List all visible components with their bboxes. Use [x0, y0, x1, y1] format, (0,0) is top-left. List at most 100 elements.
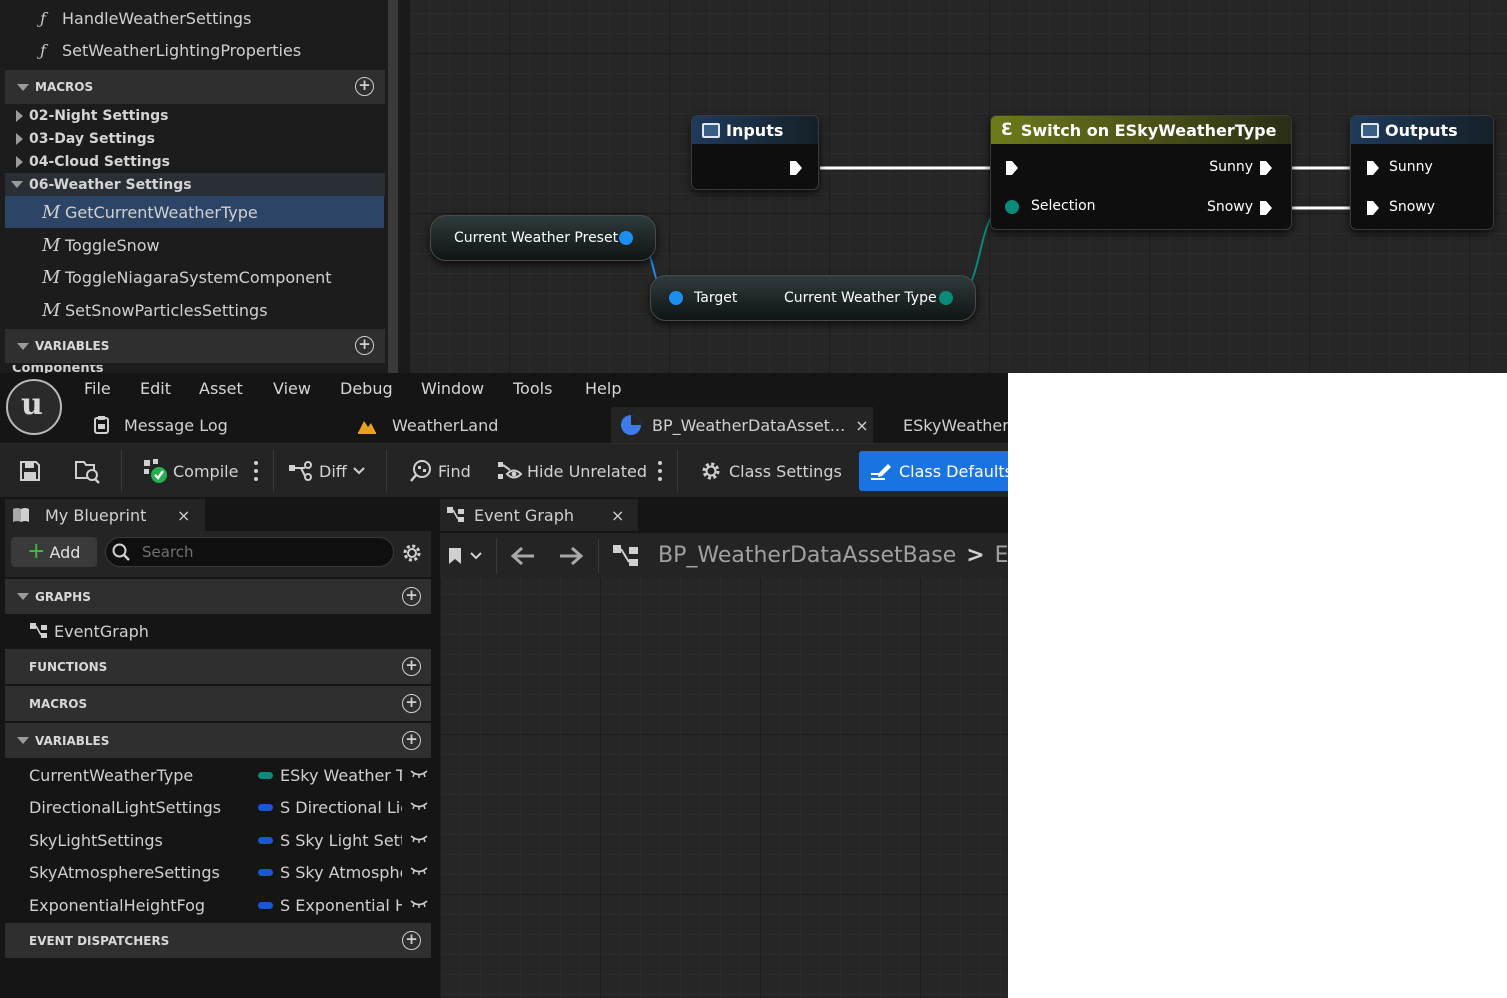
- outputs-node[interactable]: Outputs Sunny Snowy: [1350, 115, 1494, 230]
- exec-in-pin-icon[interactable]: [1366, 200, 1380, 216]
- exec-out-pin-icon[interactable]: [1259, 200, 1273, 216]
- macro-group[interactable]: 03-Day Settings: [5, 127, 385, 150]
- save-button[interactable]: [18, 444, 42, 498]
- add-macro-icon[interactable]: +: [402, 694, 421, 713]
- tab-my-blueprint[interactable]: My Blueprint ×: [5, 499, 205, 531]
- graph-canvas-top[interactable]: Inputs Ɛ Switch on ESkyWeatherType Sunny…: [410, 0, 1507, 373]
- variable-row[interactable]: ExponentialHeightFog S Exponential Heigh…: [5, 889, 431, 921]
- hide-unrelated-button[interactable]: Hide Unrelated: [496, 444, 647, 498]
- scrollbar[interactable]: [388, 0, 398, 373]
- macro-group[interactable]: 02-Night Settings: [5, 104, 385, 127]
- add-macro-icon[interactable]: +: [355, 77, 374, 96]
- chevron-down-icon: [470, 552, 482, 560]
- get-current-weather-type-node[interactable]: Target Current Weather Type: [650, 275, 976, 321]
- graph-label: EventGraph: [54, 621, 149, 641]
- closed-eye-icon[interactable]: [410, 834, 428, 844]
- tab-label: Event Graph: [474, 505, 574, 525]
- tab-label: BP_WeatherDataAsset...: [652, 415, 846, 435]
- add-variable-icon[interactable]: +: [355, 336, 374, 355]
- menu-file[interactable]: File: [84, 379, 111, 398]
- switch-node[interactable]: Ɛ Switch on ESkyWeatherType Sunny Select…: [990, 115, 1292, 230]
- tab-label: Message Log: [124, 415, 228, 435]
- tab-message-log[interactable]: Message Log: [86, 407, 326, 443]
- variable-row[interactable]: DirectionalLightSettings S Directional L…: [5, 791, 431, 823]
- browse-button[interactable]: [74, 444, 102, 498]
- graph-canvas[interactable]: [440, 578, 1008, 998]
- variable-row[interactable]: SkyLightSettings S Sky Light Settings: [5, 824, 431, 856]
- object-in-pin-icon[interactable]: [669, 291, 683, 305]
- menu-debug[interactable]: Debug: [340, 379, 393, 398]
- macros-section-header[interactable]: MACROS +: [5, 686, 431, 721]
- macro-group-expanded[interactable]: 06-Weather Settings: [5, 173, 385, 196]
- variable-row[interactable]: CurrentWeatherType ESky Weather Type: [5, 759, 431, 791]
- tab-bp-weather-data-asset[interactable]: BP_WeatherDataAsset... ×: [611, 407, 873, 443]
- graph-item-eventgraph[interactable]: EventGraph: [5, 614, 431, 648]
- macros-section-header[interactable]: MACROS +: [5, 70, 385, 104]
- add-variable-icon[interactable]: +: [402, 731, 421, 750]
- menu-view[interactable]: View: [273, 379, 311, 398]
- macro-item-selected[interactable]: M GetCurrentWeatherType: [5, 196, 384, 228]
- enum-in-pin-icon[interactable]: [1005, 200, 1019, 214]
- closed-eye-icon[interactable]: [410, 769, 428, 779]
- function-item[interactable]: ƒ HandleWeatherSettings: [40, 3, 251, 33]
- menu-tools[interactable]: Tools: [513, 379, 552, 398]
- weather-preset-variable-node[interactable]: Current Weather Preset: [430, 215, 656, 261]
- forward-arrow-icon[interactable]: [558, 546, 584, 566]
- add-graph-icon[interactable]: +: [402, 587, 421, 606]
- add-button[interactable]: + Add: [11, 537, 97, 567]
- add-function-icon[interactable]: +: [402, 657, 421, 676]
- macro-item[interactable]: M ToggleNiagaraSystemComponent: [5, 261, 384, 293]
- exec-out-pin-icon[interactable]: [1259, 160, 1273, 176]
- menu-edit[interactable]: Edit: [140, 379, 171, 398]
- close-tab-icon[interactable]: ×: [177, 506, 190, 525]
- tab-event-graph[interactable]: Event Graph ×: [440, 499, 638, 531]
- menu-window[interactable]: Window: [421, 379, 484, 398]
- variables-section-header[interactable]: VARIABLES +: [5, 329, 385, 363]
- close-tab-icon[interactable]: ×: [855, 416, 868, 435]
- class-defaults-button[interactable]: Class Defaults: [859, 451, 1008, 491]
- settings-gear-icon[interactable]: [401, 542, 423, 564]
- enum-out-pin-icon[interactable]: [939, 291, 953, 305]
- event-dispatchers-section-header[interactable]: EVENT DISPATCHERS +: [5, 923, 431, 958]
- find-button[interactable]: Find: [408, 444, 471, 498]
- function-item[interactable]: ƒ SetWeatherLightingProperties: [40, 35, 301, 65]
- graphs-section-header[interactable]: GRAPHS +: [5, 579, 431, 614]
- tab-esky-weather-type[interactable]: ESkyWeatherType: [884, 407, 1008, 443]
- menu-bar: File Edit Asset View Debug Window Tools …: [0, 373, 1008, 407]
- variable-row[interactable]: SkyAtmosphereSettings S Sky Atmosphere S…: [5, 856, 431, 888]
- menu-asset[interactable]: Asset: [199, 379, 243, 398]
- toolbar-separator: [121, 450, 122, 492]
- hide-unrelated-options-icon[interactable]: [658, 461, 662, 481]
- exec-out-pin-icon[interactable]: [789, 160, 803, 176]
- compile-button[interactable]: Compile: [142, 444, 238, 498]
- inputs-node[interactable]: Inputs: [691, 115, 819, 190]
- breadcrumb-leaf[interactable]: EventGraph: [995, 543, 1008, 568]
- tab-weatherland[interactable]: WeatherLand: [352, 407, 602, 443]
- unreal-logo-icon[interactable]: u: [6, 379, 62, 435]
- diff-icon: [289, 461, 312, 481]
- bookmark-button[interactable]: [448, 542, 488, 570]
- section-label: MACROS: [35, 80, 94, 94]
- exec-in-pin-icon[interactable]: [1366, 160, 1380, 176]
- breadcrumb-root[interactable]: BP_WeatherDataAssetBase: [658, 543, 956, 568]
- closed-eye-icon[interactable]: [410, 801, 428, 811]
- add-event-dispatcher-icon[interactable]: +: [402, 931, 421, 950]
- macro-item[interactable]: M SetSnowParticlesSettings: [5, 294, 384, 326]
- diff-button[interactable]: Diff: [287, 444, 365, 498]
- closed-eye-icon[interactable]: [410, 866, 428, 876]
- back-arrow-icon[interactable]: [510, 546, 536, 566]
- object-out-pin-icon[interactable]: [619, 231, 633, 245]
- macro-item[interactable]: M ToggleSnow: [5, 229, 384, 261]
- exec-in-pin-icon[interactable]: [1005, 160, 1019, 176]
- closed-eye-icon[interactable]: [410, 899, 428, 909]
- nav-separator: [598, 539, 599, 573]
- functions-section-header[interactable]: FUNCTIONS +: [5, 649, 431, 684]
- menu-help[interactable]: Help: [585, 379, 621, 398]
- class-settings-button[interactable]: Class Settings: [699, 444, 842, 498]
- close-tab-icon[interactable]: ×: [611, 506, 624, 525]
- variables-section-header[interactable]: VARIABLES +: [5, 723, 431, 758]
- pin-label: Current Weather Type: [784, 290, 937, 306]
- macro-group[interactable]: 04-Cloud Settings: [5, 150, 385, 173]
- compile-options-icon[interactable]: [254, 461, 258, 481]
- search-input[interactable]: Search: [105, 537, 394, 567]
